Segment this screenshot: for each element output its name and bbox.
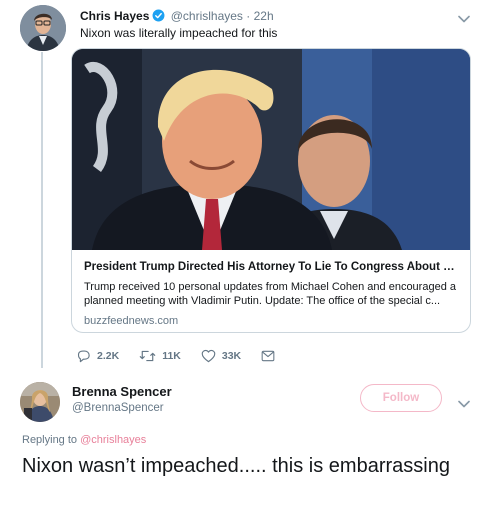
chris-hayes-avatar[interactable] <box>20 5 66 51</box>
tweet-header: Chris Hayes @chrislhayes · 22h <box>80 8 468 26</box>
reply-text: Nixon wasn’t impeached..... this is emba… <box>22 455 450 477</box>
brenna-spencer-avatar[interactable] <box>20 382 60 422</box>
card-title: President Trump Directed His Attorney To… <box>84 261 460 273</box>
reply-action[interactable]: 2.2K <box>76 349 119 363</box>
replying-to-mention[interactable]: @chrislhayes <box>80 434 146 446</box>
author-handle[interactable]: @chrislhayes <box>171 9 243 23</box>
tweet-actions: 2.2K 11K 33K <box>76 348 295 364</box>
verified-badge-icon <box>152 9 165 26</box>
tweet-timestamp[interactable]: 22h <box>254 9 274 23</box>
card-domain: buzzfeednews.com <box>84 315 179 327</box>
author-name[interactable]: Chris Hayes <box>80 9 149 23</box>
retweet-count: 11K <box>162 350 181 362</box>
thread-connector-line <box>41 52 43 368</box>
direct-message-icon <box>261 350 275 362</box>
reply-count: 2.2K <box>97 350 120 362</box>
like-icon <box>201 349 222 363</box>
like-action[interactable]: 33K <box>201 349 241 363</box>
card-description: Trump received 10 personal updates from … <box>84 281 456 307</box>
chevron-down-icon[interactable] <box>458 10 470 28</box>
follow-button[interactable]: Follow <box>360 384 442 412</box>
tweet-text: Nixon was literally impeached for this <box>80 26 278 40</box>
retweet-action[interactable]: 11K <box>139 349 181 363</box>
reply-author-handle[interactable]: @BrennaSpencer <box>72 401 164 416</box>
like-count: 33K <box>221 350 242 362</box>
direct-message-action[interactable] <box>261 350 275 362</box>
card-body: President Trump Directed His Attorney To… <box>84 260 460 328</box>
separator-dot: · <box>246 9 251 23</box>
chevron-down-icon[interactable] <box>458 395 470 413</box>
replying-to-label: Replying to <box>22 434 78 446</box>
retweet-icon <box>139 349 162 363</box>
reply-icon <box>76 349 97 363</box>
link-preview-card[interactable]: President Trump Directed His Attorney To… <box>71 48 471 333</box>
replying-to: Replying to @chrislhayes <box>22 433 146 447</box>
card-image <box>72 49 470 250</box>
reply-author-name[interactable]: Brenna Spencer <box>72 384 172 400</box>
